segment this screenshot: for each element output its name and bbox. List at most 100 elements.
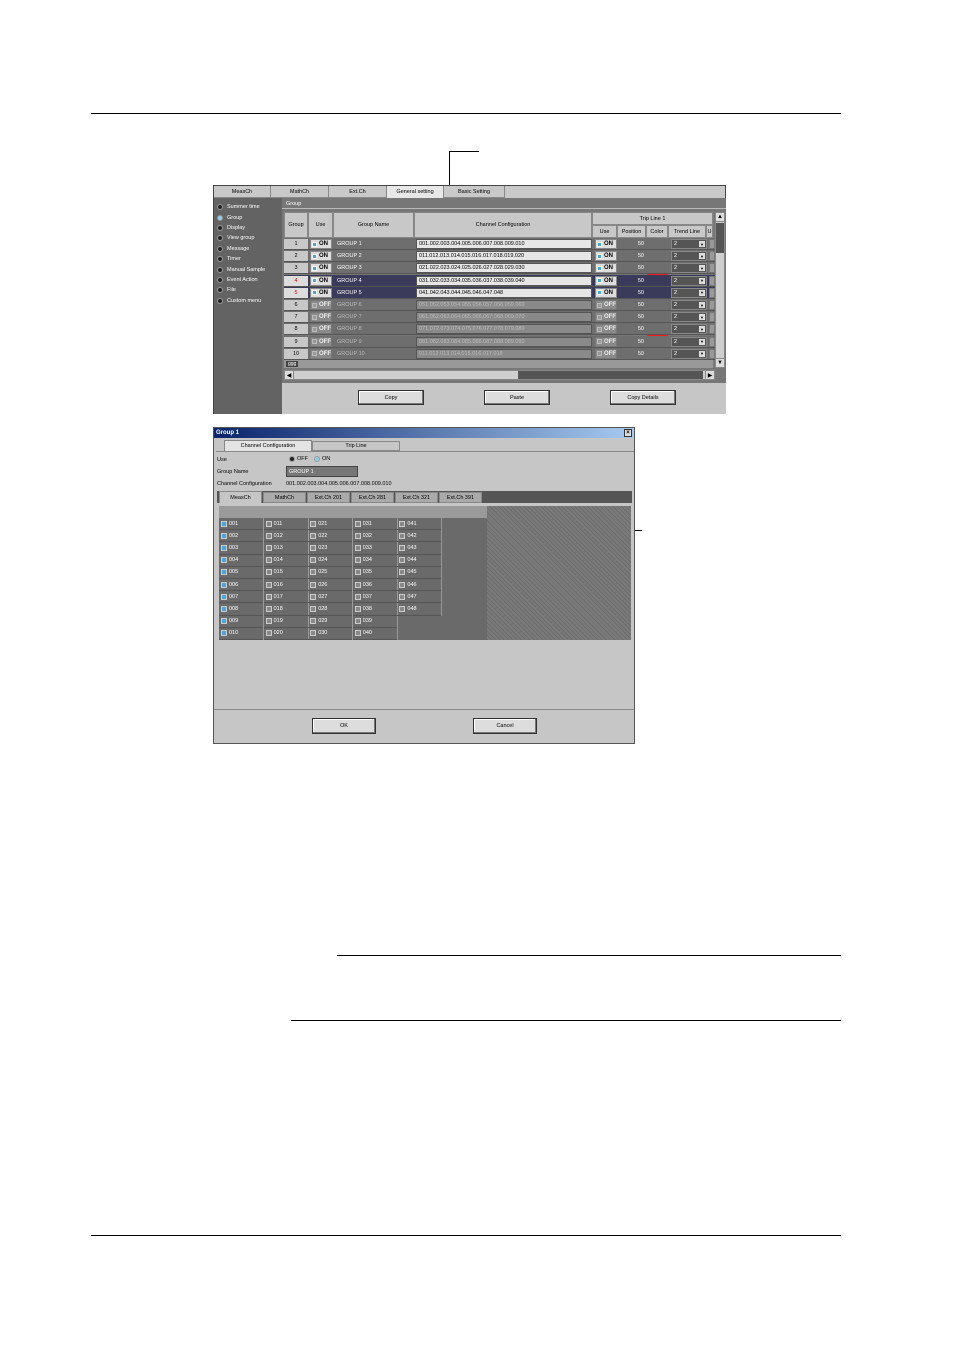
channel-configuration[interactable]: 051.052.053.054.055.056.057.058.059.060	[416, 300, 592, 310]
use-toggle[interactable]: OFF	[310, 300, 332, 310]
channel-checkbox-item[interactable]: 019	[263, 616, 308, 628]
channel-checkbox-item[interactable]: 030	[308, 628, 353, 640]
trend-line-select[interactable]: 2 ▼	[671, 275, 707, 286]
channel-checkbox-item[interactable]: 005	[219, 567, 263, 579]
channel-checkbox-item[interactable]: 031	[352, 518, 397, 531]
dropdown-arrow-icon[interactable]: ▼	[699, 253, 705, 260]
trip-line-use-toggle[interactable]: OFF	[595, 324, 617, 335]
trend-line-select[interactable]: 2 ▼	[671, 336, 707, 347]
channel-checkbox-item[interactable]: 032	[352, 530, 397, 543]
tab-extch[interactable]: Ext.Ch	[329, 186, 387, 198]
dropdown-arrow-icon[interactable]: ▼	[699, 338, 705, 345]
sidebar-item-timer[interactable]: Timer	[214, 254, 282, 264]
checkbox-icon[interactable]	[221, 520, 227, 527]
checkbox-icon[interactable]	[354, 581, 361, 588]
channel-tab-extch-391[interactable]: Ext.Ch 391	[439, 492, 482, 503]
checkbox-icon[interactable]	[221, 581, 227, 588]
checkbox-icon[interactable]	[310, 618, 317, 625]
scroll-right-icon[interactable]: ▶	[705, 370, 715, 380]
checkbox-icon[interactable]	[354, 605, 361, 612]
channel-checkbox-item[interactable]: 014	[263, 555, 308, 567]
copy-button[interactable]: Copy	[358, 390, 424, 405]
table-row[interactable]: 1 ON GROUP 1 001.002.003.004.005.006.007.00…	[284, 238, 716, 250]
dropdown-arrow-icon[interactable]: ▼	[699, 289, 705, 296]
channel-tab-extch-201[interactable]: Ext.Ch 201	[307, 492, 350, 503]
vertical-scroll-thumb[interactable]	[716, 223, 724, 253]
trend-line-select[interactable]: 2 ▼	[671, 239, 707, 249]
channel-checkbox-item[interactable]: 015	[263, 567, 308, 579]
checkbox-icon[interactable]	[265, 532, 272, 539]
trip-line-position[interactable]: 50	[619, 349, 646, 359]
channel-checkbox-item[interactable]: 004	[219, 555, 263, 567]
trip-line-use-toggle[interactable]: OFF	[595, 312, 617, 323]
group-name[interactable]: GROUP 9	[335, 337, 414, 347]
checkbox-icon[interactable]	[310, 532, 317, 539]
sidebar-item-manual-sample[interactable]: Manual Sample	[214, 264, 282, 274]
sidebar-item-event-action[interactable]: Event Action	[214, 275, 282, 285]
channel-tab-extch-281[interactable]: Ext.Ch 281	[351, 492, 394, 503]
tab-trip-line[interactable]: Trip Line	[312, 441, 400, 451]
checkbox-icon[interactable]	[221, 605, 227, 612]
channel-tab-measch[interactable]: MeasCh	[219, 491, 262, 503]
table-row[interactable]: 4 ON GROUP 4 031.032.033.034.035.036.037.03…	[284, 274, 716, 287]
trend-line-select[interactable]: 2 ▼	[671, 300, 707, 310]
channel-checkbox-item[interactable]: 044	[397, 555, 442, 567]
sidebar-item-file[interactable]: File	[214, 285, 282, 295]
trip-line-position[interactable]: 50	[619, 337, 646, 347]
table-row[interactable]: 5 ON GROUP 5 041.042.043.044.045.046.047.04…	[284, 286, 716, 299]
dropdown-arrow-icon[interactable]: ▼	[699, 265, 705, 272]
trip-line-position[interactable]: 50	[619, 312, 646, 322]
close-icon[interactable]: ×	[624, 429, 632, 437]
trip-line-use-toggle[interactable]: OFF	[595, 336, 617, 347]
scroll-left-icon[interactable]: ◀	[284, 370, 294, 380]
checkbox-icon[interactable]	[354, 593, 361, 600]
checkbox-icon[interactable]	[221, 532, 227, 539]
tab-channel-configuration[interactable]: Channel Configuration	[224, 440, 312, 451]
checkbox-icon[interactable]	[310, 544, 317, 551]
checkbox-icon[interactable]	[354, 630, 361, 637]
checkbox-icon[interactable]	[310, 605, 317, 612]
channel-checkbox-item[interactable]: 018	[263, 603, 308, 616]
checkbox-icon[interactable]	[354, 557, 361, 564]
checkbox-icon[interactable]	[399, 605, 406, 612]
channel-checkbox-item[interactable]: 021	[308, 518, 353, 531]
use-toggle[interactable]: OFF	[310, 324, 332, 335]
channel-checkbox-item[interactable]: 046	[397, 579, 442, 592]
channel-checkbox-item[interactable]: 002	[219, 530, 263, 543]
checkbox-icon[interactable]	[399, 569, 406, 576]
channel-checkbox-item[interactable]: 027	[308, 591, 353, 604]
channel-configuration[interactable]: 081.082.083.084.085.086.087.088.089.090	[416, 336, 592, 347]
channel-checkbox-item[interactable]: 039	[352, 616, 397, 628]
channel-checkbox-item[interactable]: 045	[397, 567, 442, 579]
use-toggle[interactable]: ON	[310, 287, 332, 298]
checkbox-icon[interactable]	[221, 630, 227, 637]
checkbox-icon[interactable]	[354, 569, 361, 576]
channel-configuration[interactable]: 061.062.063.064.065.066.067.068.069.070	[416, 312, 592, 323]
use-off-radio-icon[interactable]	[289, 456, 295, 462]
group-name[interactable]: GROUP 8	[335, 324, 414, 334]
tab-basic-setting[interactable]: Basic Setting	[444, 186, 505, 198]
trip-line-use-toggle[interactable]: OFF	[595, 348, 617, 359]
dropdown-arrow-icon[interactable]: ▼	[699, 241, 705, 247]
checkbox-icon[interactable]	[265, 544, 272, 551]
checkbox-icon[interactable]	[221, 593, 227, 600]
channel-checkbox-item[interactable]: 023	[308, 542, 353, 555]
checkbox-icon[interactable]	[354, 544, 361, 551]
sidebar-item-summer-time[interactable]: Summer time	[214, 202, 282, 212]
tab-measch[interactable]: MeasCh	[214, 186, 271, 198]
dropdown-arrow-icon[interactable]: ▼	[699, 277, 705, 284]
table-row[interactable]: 7 OFF GROUP 7 061.062.063.064.065.066.067.0…	[284, 311, 716, 324]
channel-checkbox-item[interactable]: 011	[263, 518, 308, 531]
trend-line-select[interactable]: 2 ▼	[671, 251, 707, 262]
trip-line-position[interactable]: 50	[619, 263, 646, 273]
trip-line-position[interactable]: 50	[619, 324, 646, 334]
channel-configuration[interactable]: 011.012.013.014.015.016.017.018	[416, 348, 592, 359]
group-name[interactable]: GROUP 4	[335, 276, 414, 286]
channel-checkbox-item[interactable]: 025	[308, 567, 353, 579]
channel-tab-mathch[interactable]: MathCh	[263, 492, 306, 503]
checkbox-icon[interactable]	[354, 532, 361, 539]
checkbox-icon[interactable]	[265, 618, 272, 625]
channel-checkbox-item[interactable]: 048	[397, 603, 442, 616]
channel-checkbox-item[interactable]: 026	[308, 579, 353, 592]
trend-line-select[interactable]: 2 ▼	[671, 324, 707, 335]
